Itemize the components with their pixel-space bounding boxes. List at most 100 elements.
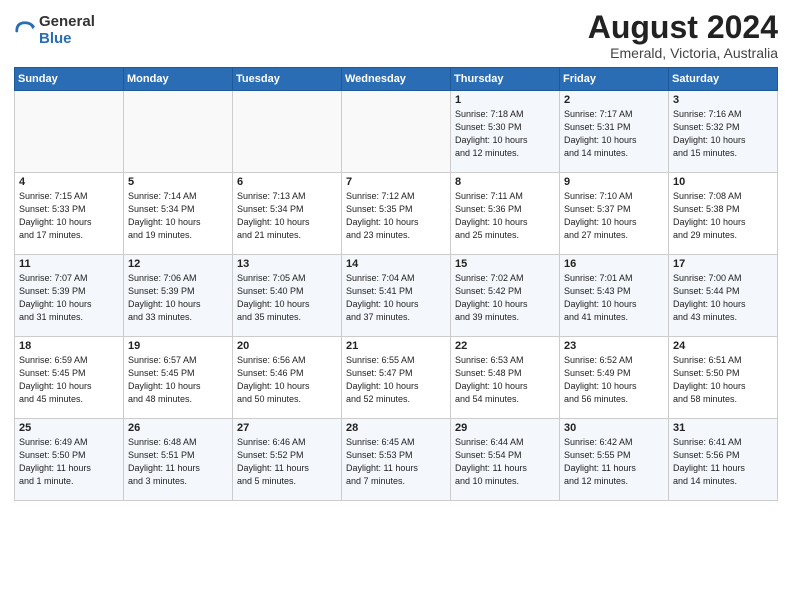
calendar-cell: 2 Sunrise: 7:17 AM Sunset: 5:31 PM Daylig… [560, 91, 669, 173]
calendar-cell: 20 Sunrise: 6:56 AM Sunset: 5:46 PM Dayli… [233, 337, 342, 419]
day-info: Sunrise: 7:01 AM Sunset: 5:43 PM Dayligh… [564, 272, 664, 324]
day-number: 26 [128, 422, 228, 434]
day-info: Sunrise: 6:44 AM Sunset: 5:54 PM Dayligh… [455, 436, 555, 488]
day-info: Sunrise: 6:48 AM Sunset: 5:51 PM Dayligh… [128, 436, 228, 488]
calendar-cell: 5Sunrise: 7:14 AM Sunset: 5:34 PM Daylig… [124, 173, 233, 255]
day-info: Sunrise: 7:02 AM Sunset: 5:42 PM Dayligh… [455, 272, 555, 324]
calendar-table: Sunday Monday Tuesday Wednesday Thursday… [14, 67, 778, 501]
day-info: Sunrise: 6:45 AM Sunset: 5:53 PM Dayligh… [346, 436, 446, 488]
day-info: Sunrise: 7:07 AM Sunset: 5:39 PM Dayligh… [19, 272, 119, 324]
day-number: 28 [346, 422, 446, 434]
day-info: Sunrise: 7:04 AM Sunset: 5:41 PM Dayligh… [346, 272, 446, 324]
header-friday: Friday [560, 68, 669, 91]
calendar-cell: 26 Sunrise: 6:48 AM Sunset: 5:51 PM Dayli… [124, 419, 233, 501]
day-number: 18 [19, 340, 119, 352]
day-number: 16 [564, 258, 664, 270]
header-wednesday: Wednesday [342, 68, 451, 91]
day-number: 19 [128, 340, 228, 352]
day-info: Sunrise: 7:14 AM Sunset: 5:34 PM Dayligh… [128, 190, 228, 242]
day-number: 2 [564, 94, 664, 106]
day-number: 30 [564, 422, 664, 434]
day-number: 23 [564, 340, 664, 352]
day-info: Sunrise: 6:46 AM Sunset: 5:52 PM Dayligh… [237, 436, 337, 488]
calendar-cell: 27Sunrise: 6:46 AM Sunset: 5:52 PM Dayli… [233, 419, 342, 501]
day-info: Sunrise: 7:11 AM Sunset: 5:36 PM Dayligh… [455, 190, 555, 242]
day-info: Sunrise: 7:13 AM Sunset: 5:34 PM Dayligh… [237, 190, 337, 242]
calendar-week-row-4: 18 Sunrise: 6:59 AM Sunset: 5:45 PM Dayli… [15, 337, 778, 419]
calendar-week-row-2: 4Sunrise: 7:15 AM Sunset: 5:33 PM Daylig… [15, 173, 778, 255]
day-info: Sunrise: 6:52 AM Sunset: 5:49 PM Dayligh… [564, 354, 664, 406]
header-thursday: Thursday [451, 68, 560, 91]
calendar-cell [15, 91, 124, 173]
day-number: 17 [673, 258, 773, 270]
logo-general-text: General [39, 14, 95, 31]
calendar-week-row-3: 11Sunrise: 7:07 AM Sunset: 5:39 PM Dayli… [15, 255, 778, 337]
day-number: 3 [673, 94, 773, 106]
calendar-cell: 16 Sunrise: 7:01 AM Sunset: 5:43 PM Dayli… [560, 255, 669, 337]
header-saturday: Saturday [669, 68, 778, 91]
day-info: Sunrise: 7:06 AM Sunset: 5:39 PM Dayligh… [128, 272, 228, 324]
main-container: General Blue August 2024 Emerald, Victor… [0, 0, 792, 507]
day-number: 9 [564, 176, 664, 188]
day-number: 20 [237, 340, 337, 352]
calendar-cell: 23 Sunrise: 6:52 AM Sunset: 5:49 PM Dayli… [560, 337, 669, 419]
day-info: Sunrise: 6:56 AM Sunset: 5:46 PM Dayligh… [237, 354, 337, 406]
calendar-cell: 21 Sunrise: 6:55 AM Sunset: 5:47 PM Dayli… [342, 337, 451, 419]
day-number: 31 [673, 422, 773, 434]
calendar-cell: 18 Sunrise: 6:59 AM Sunset: 5:45 PM Dayli… [15, 337, 124, 419]
day-info: Sunrise: 7:08 AM Sunset: 5:38 PM Dayligh… [673, 190, 773, 242]
header-tuesday: Tuesday [233, 68, 342, 91]
day-info: Sunrise: 6:55 AM Sunset: 5:47 PM Dayligh… [346, 354, 446, 406]
day-number: 24 [673, 340, 773, 352]
calendar-cell [124, 91, 233, 173]
calendar-cell: 31Sunrise: 6:41 AM Sunset: 5:56 PM Dayli… [669, 419, 778, 501]
title-area: August 2024 Emerald, Victoria, Australia [588, 10, 778, 61]
header: General Blue August 2024 Emerald, Victor… [14, 10, 778, 61]
calendar-cell: 17 Sunrise: 7:00 AM Sunset: 5:44 PM Dayli… [669, 255, 778, 337]
day-number: 21 [346, 340, 446, 352]
day-info: Sunrise: 6:49 AM Sunset: 5:50 PM Dayligh… [19, 436, 119, 488]
calendar-cell: 30 Sunrise: 6:42 AM Sunset: 5:55 PM Dayli… [560, 419, 669, 501]
calendar-cell: 25 Sunrise: 6:49 AM Sunset: 5:50 PM Dayli… [15, 419, 124, 501]
day-info: Sunrise: 6:53 AM Sunset: 5:48 PM Dayligh… [455, 354, 555, 406]
calendar-cell: 1 Sunrise: 7:18 AM Sunset: 5:30 PM Daylig… [451, 91, 560, 173]
day-info: Sunrise: 6:59 AM Sunset: 5:45 PM Dayligh… [19, 354, 119, 406]
calendar-cell: 15Sunrise: 7:02 AM Sunset: 5:42 PM Dayli… [451, 255, 560, 337]
day-info: Sunrise: 7:15 AM Sunset: 5:33 PM Dayligh… [19, 190, 119, 242]
calendar-cell: 4Sunrise: 7:15 AM Sunset: 5:33 PM Daylig… [15, 173, 124, 255]
calendar-subtitle: Emerald, Victoria, Australia [588, 45, 778, 61]
logo-blue-text: Blue [39, 31, 95, 48]
day-info: Sunrise: 6:42 AM Sunset: 5:55 PM Dayligh… [564, 436, 664, 488]
day-number: 22 [455, 340, 555, 352]
calendar-cell: 8 Sunrise: 7:11 AM Sunset: 5:36 PM Daylig… [451, 173, 560, 255]
day-number: 10 [673, 176, 773, 188]
logo-text: General Blue [39, 14, 95, 47]
calendar-cell [342, 91, 451, 173]
day-headers-row: Sunday Monday Tuesday Wednesday Thursday… [15, 68, 778, 91]
day-info: Sunrise: 7:05 AM Sunset: 5:40 PM Dayligh… [237, 272, 337, 324]
day-number: 8 [455, 176, 555, 188]
day-number: 29 [455, 422, 555, 434]
day-number: 6 [237, 176, 337, 188]
calendar-cell [233, 91, 342, 173]
day-info: Sunrise: 6:57 AM Sunset: 5:45 PM Dayligh… [128, 354, 228, 406]
calendar-week-row-5: 25 Sunrise: 6:49 AM Sunset: 5:50 PM Dayli… [15, 419, 778, 501]
day-info: Sunrise: 7:00 AM Sunset: 5:44 PM Dayligh… [673, 272, 773, 324]
calendar-week-row-1: 1 Sunrise: 7:18 AM Sunset: 5:30 PM Daylig… [15, 91, 778, 173]
calendar-cell: 11Sunrise: 7:07 AM Sunset: 5:39 PM Dayli… [15, 255, 124, 337]
calendar-cell: 29 Sunrise: 6:44 AM Sunset: 5:54 PM Dayli… [451, 419, 560, 501]
day-info: Sunrise: 7:10 AM Sunset: 5:37 PM Dayligh… [564, 190, 664, 242]
calendar-cell: 9 Sunrise: 7:10 AM Sunset: 5:37 PM Daylig… [560, 173, 669, 255]
day-info: Sunrise: 7:17 AM Sunset: 5:31 PM Dayligh… [564, 108, 664, 160]
calendar-title: August 2024 [588, 10, 778, 45]
day-number: 1 [455, 94, 555, 106]
header-monday: Monday [124, 68, 233, 91]
day-number: 13 [237, 258, 337, 270]
calendar-cell: 22 Sunrise: 6:53 AM Sunset: 5:48 PM Dayli… [451, 337, 560, 419]
day-number: 14 [346, 258, 446, 270]
calendar-cell: 12Sunrise: 7:06 AM Sunset: 5:39 PM Dayli… [124, 255, 233, 337]
day-number: 25 [19, 422, 119, 434]
calendar-cell: 28 Sunrise: 6:45 AM Sunset: 5:53 PM Dayli… [342, 419, 451, 501]
day-info: Sunrise: 7:18 AM Sunset: 5:30 PM Dayligh… [455, 108, 555, 160]
logo-icon [14, 20, 36, 42]
